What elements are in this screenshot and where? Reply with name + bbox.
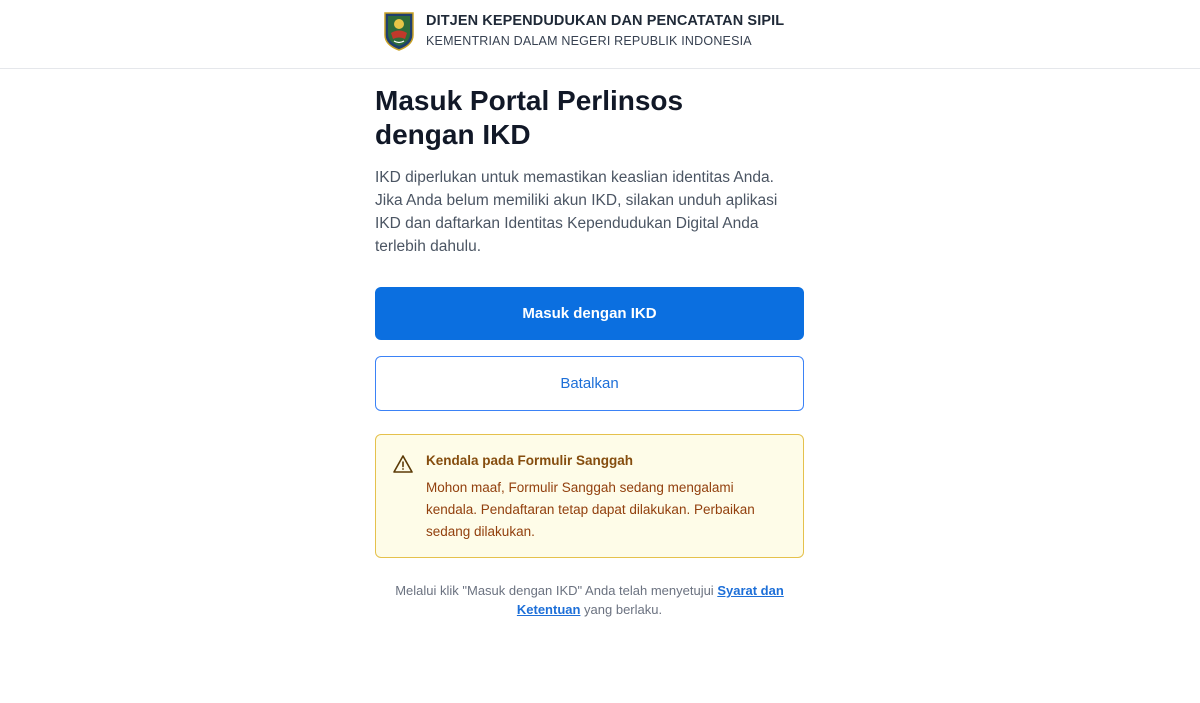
dukcapil-emblem-icon bbox=[384, 12, 414, 51]
terms-note-suffix: yang berlaku. bbox=[580, 602, 663, 617]
terms-note: Melalui klik "Masuk dengan IKD" Anda tel… bbox=[375, 581, 804, 619]
warning-alert: Kendala pada Formulir Sanggah Mohon maaf… bbox=[375, 434, 804, 558]
login-panel: Masuk Portal Perlinsos dengan IKD IKD di… bbox=[375, 84, 805, 617]
alert-message: Mohon maaf, Formulir Sanggah sedang meng… bbox=[426, 480, 755, 539]
page-description: IKD diperlukan untuk memastikan keaslian… bbox=[375, 169, 778, 255]
alert-title: Kendala pada Formulir Sanggah bbox=[426, 453, 634, 468]
login-ikd-button[interactable]: Masuk dengan IKD bbox=[375, 287, 804, 340]
cancel-button[interactable]: Batalkan bbox=[375, 356, 804, 411]
top-bar: DITJEN KEPENDUDUKAN DAN PENCATATAN SIPIL… bbox=[0, 0, 1200, 69]
agency-title: DITJEN KEPENDUDUKAN DAN PENCATATAN SIPIL bbox=[426, 13, 785, 29]
page-title: Masuk Portal Perlinsos dengan IKD bbox=[375, 85, 684, 150]
ministry-subtitle: KEMENTRIAN DALAM NEGERI REPUBLIK INDONES… bbox=[426, 34, 752, 48]
terms-note-prefix: Melalui klik "Masuk dengan IKD" Anda tel… bbox=[395, 583, 718, 598]
brand: DITJEN KEPENDUDUKAN DAN PENCATATAN SIPIL… bbox=[383, 11, 784, 51]
warning-icon bbox=[393, 455, 413, 473]
